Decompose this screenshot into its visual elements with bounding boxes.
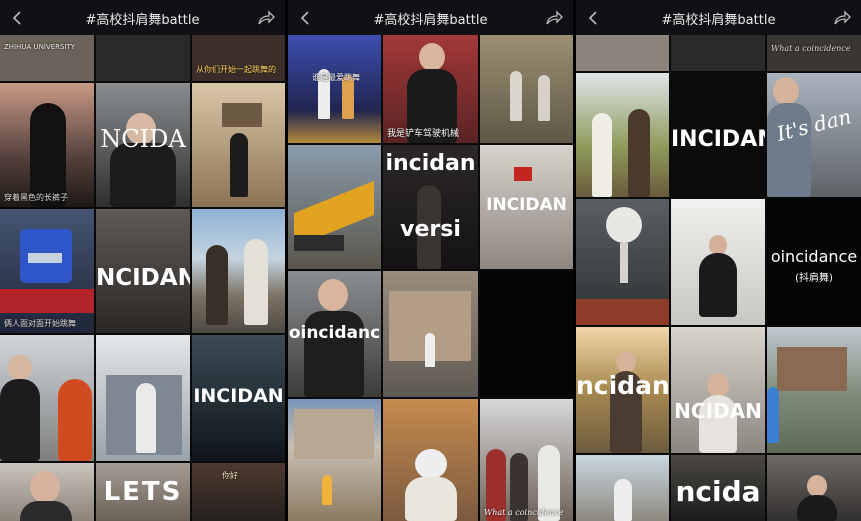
overlay-text: LETS	[103, 477, 183, 507]
video-tile[interactable]: 俩人面对面开始跳舞	[0, 209, 94, 333]
video-tile[interactable]	[576, 199, 669, 325]
video-tile[interactable]	[383, 399, 478, 521]
overlay-text: versi	[400, 217, 461, 242]
tile-caption: 穿着黑色的长裤子	[4, 193, 68, 202]
page-title: #高校抖肩舞battle	[373, 13, 488, 28]
video-tile[interactable]	[96, 335, 190, 461]
video-tile[interactable]: INCIDAN	[480, 145, 573, 269]
video-tile[interactable]: 你好	[192, 463, 285, 521]
tile-caption: 谁是最爱跳舞	[312, 73, 360, 82]
video-tile[interactable]	[671, 35, 765, 71]
video-tile[interactable]: It's dan	[767, 73, 861, 197]
overlay-text: INCIDAN	[671, 127, 765, 152]
phone-panel-3: #高校抖肩舞battle What a coincidence INCIDAN …	[576, 0, 861, 521]
tile-caption: What a coincidence	[484, 508, 564, 517]
overlay-text: oincidance	[770, 247, 858, 266]
overlay-text: ncidan	[576, 371, 669, 400]
video-tile[interactable]	[576, 455, 669, 521]
header-bar: #高校抖肩舞battle	[576, 0, 861, 35]
video-tile[interactable]: 谁是最爱跳舞	[288, 35, 381, 143]
tile-caption: 我是铲车驾驶机械	[387, 129, 460, 139]
header-bar: #高校抖肩舞battle	[288, 0, 573, 35]
page-title: #高校抖肩舞battle	[85, 13, 200, 28]
share-icon[interactable]	[257, 10, 275, 26]
overlay-text: NCIDAN	[674, 399, 762, 423]
tile-caption: 你好	[222, 471, 238, 480]
page-title: #高校抖肩舞battle	[661, 13, 776, 28]
video-tile[interactable]: oincidance (抖肩舞)	[767, 199, 861, 325]
video-tile[interactable]	[480, 271, 573, 397]
video-tile[interactable]	[192, 209, 285, 333]
video-tile[interactable]: oincidanc	[288, 271, 381, 397]
share-icon[interactable]	[545, 10, 563, 26]
video-tile[interactable]: What a coincidence	[767, 35, 861, 71]
video-tile[interactable]	[192, 83, 285, 207]
tile-caption: What a coincidence	[771, 44, 851, 53]
video-tile[interactable]	[288, 145, 381, 269]
video-tile[interactable]: 从你们开始一起跳舞的	[192, 35, 285, 81]
overlay-text: incidan	[385, 151, 476, 176]
video-tile[interactable]	[0, 335, 94, 461]
video-tile[interactable]: incidan versi	[383, 145, 478, 269]
video-tile[interactable]	[383, 271, 478, 397]
phone-panel-1: #高校抖肩舞battle ZHIHUA UNIVERSITY 从你们开始一起跳舞…	[0, 0, 285, 521]
video-tile[interactable]	[576, 73, 669, 197]
video-tile[interactable]	[0, 463, 94, 521]
video-tile[interactable]: NCIDAN	[96, 209, 190, 333]
video-tile[interactable]: ncida	[671, 455, 765, 521]
overlay-text: INCIDAN	[486, 195, 567, 215]
tile-caption: ZHIHUA UNIVERSITY	[4, 43, 76, 51]
overlay-text: NCIDAN	[96, 265, 190, 291]
video-tile[interactable]: NCIDAN	[671, 327, 765, 453]
tile-caption: 从你们开始一起跳舞的	[196, 65, 276, 74]
phone-panel-2: #高校抖肩舞battle 谁是最爱跳舞 我是铲车驾驶机械 incidan ver…	[288, 0, 573, 521]
overlay-text: NCIDA	[100, 125, 186, 153]
video-tile[interactable]: 穿着黑色的长裤子	[0, 83, 94, 207]
video-tile[interactable]	[480, 35, 573, 143]
header-bar: #高校抖肩舞battle	[0, 0, 285, 35]
video-tile[interactable]: INCIDAN	[192, 335, 285, 461]
video-tile[interactable]	[767, 327, 861, 453]
overlay-text: oincidanc	[288, 323, 381, 343]
video-tile[interactable]: LETS	[96, 463, 190, 521]
overlay-text: ncida	[675, 475, 761, 508]
tile-caption: 俩人面对面开始跳舞	[4, 319, 76, 328]
share-icon[interactable]	[833, 10, 851, 26]
video-tile[interactable]: ncidan	[576, 327, 669, 453]
overlay-text: INCIDAN	[193, 385, 284, 407]
video-tile[interactable]: What a coincidence	[480, 399, 573, 521]
video-tile[interactable]	[767, 455, 861, 521]
video-tile[interactable]	[96, 35, 190, 81]
video-tile[interactable]	[576, 35, 669, 71]
video-tile[interactable]	[671, 199, 765, 325]
video-tile[interactable]: ZHIHUA UNIVERSITY	[0, 35, 94, 81]
overlay-subtext: (抖肩舞)	[795, 273, 833, 284]
video-tile[interactable]: NCIDA	[96, 83, 190, 207]
video-tile[interactable]: 我是铲车驾驶机械	[383, 35, 478, 143]
video-tile[interactable]	[288, 399, 381, 521]
video-tile[interactable]: INCIDAN	[671, 73, 765, 197]
